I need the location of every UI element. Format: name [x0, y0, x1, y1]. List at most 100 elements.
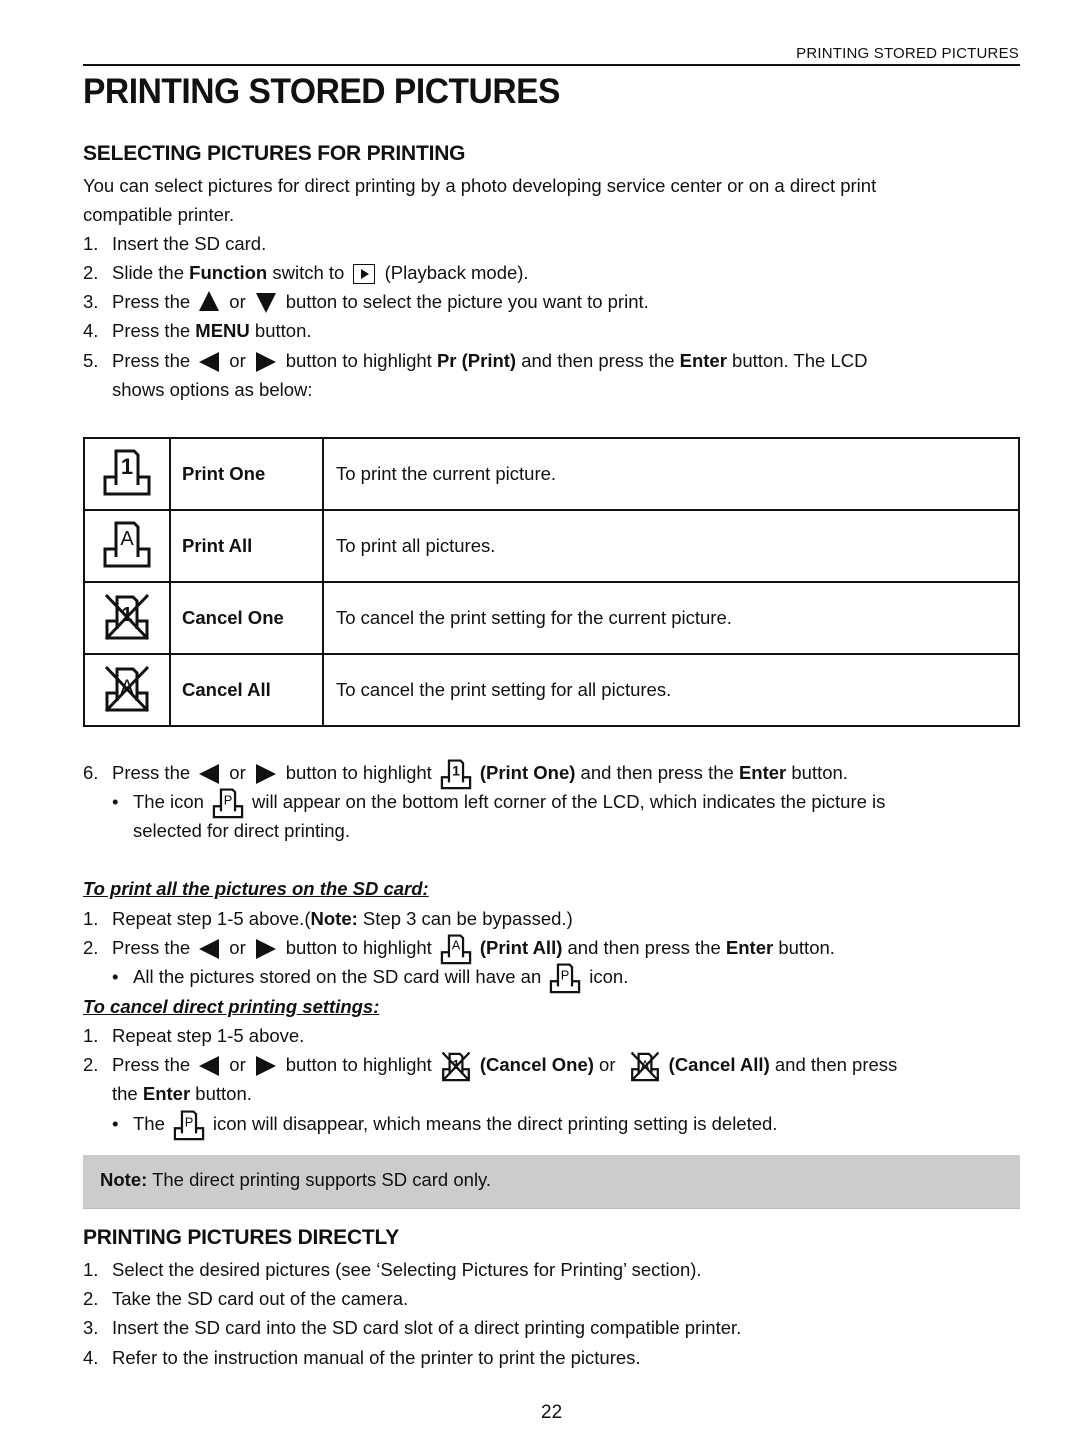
step-text: button.: [786, 762, 848, 783]
table-row: 1 Cancel One To cancel the print setting…: [83, 581, 1020, 655]
step-1: 1. Insert the SD card.: [83, 229, 266, 258]
header-rule: [83, 64, 1020, 66]
step-text: Select the desired pictures (see ‘Select…: [112, 1259, 702, 1280]
step-text: and then press the: [575, 762, 739, 783]
direct-step-3: 3. Insert the SD card into the SD card sl…: [83, 1313, 741, 1342]
step-number: 2.: [83, 1288, 99, 1309]
left-arrow-icon: [199, 764, 220, 785]
step-5-cont: shows options as below:: [112, 379, 313, 400]
step-number: 4.: [83, 320, 99, 341]
svg-text:P: P: [185, 1114, 194, 1129]
right-arrow-icon: [255, 939, 276, 960]
cancel-step-1: 1. Repeat step 1-5 above.: [83, 1021, 304, 1050]
step-2: 2. Slide the Function switch to (Playback…: [83, 258, 529, 287]
bullet-text: The: [133, 1113, 165, 1134]
step-text: Insert the SD card.: [112, 233, 267, 254]
svg-text:A: A: [452, 938, 461, 953]
step-text: button to highlight: [285, 762, 432, 783]
print-mark-icon: P: [173, 1110, 205, 1141]
step-3: 3. Press the or button to select the pictu…: [83, 287, 649, 316]
or-text: or: [229, 937, 246, 958]
icon-glyph: A: [120, 528, 134, 550]
enter-label: Enter: [679, 350, 727, 371]
step-text: button to highlight: [285, 937, 432, 958]
step-number: 6.: [83, 762, 99, 783]
step-6-bullet: • The icon Pwill appear on the bottom left…: [112, 787, 885, 819]
icon-cell: A: [83, 653, 171, 727]
print-all-bullet: • All the pictures stored on the SD card …: [112, 962, 628, 994]
enter-label: Enter: [725, 937, 774, 958]
step-text: Press the: [112, 937, 196, 958]
print-mark-icon: P: [212, 788, 244, 819]
step-text: Repeat step 1-5 above.(: [112, 908, 311, 929]
cancel-one-icon: 1: [441, 1051, 471, 1082]
step-number: 2.: [83, 262, 99, 283]
up-arrow-icon: [199, 291, 220, 312]
step-text: button to highlight: [285, 1054, 432, 1075]
bullet-icon: •: [112, 966, 119, 987]
menu-label: MENU: [195, 320, 250, 341]
page-number: 22: [541, 1402, 563, 1423]
bullet-text: icon will disappear, which means the dir…: [212, 1113, 778, 1134]
cancel-bullet: • The Picon will disappear, which means th…: [112, 1109, 777, 1141]
step-number: 2.: [83, 1054, 99, 1075]
note-label: Note:: [310, 908, 358, 929]
print-mark-icon: P: [550, 963, 581, 994]
section-title-selecting: SELECTING PICTURES FOR PRINTING: [83, 142, 466, 165]
section-title-directly: PRINTING PICTURES DIRECTLY: [83, 1226, 400, 1249]
left-arrow-icon: [199, 352, 220, 373]
note-text: Note: The direct printing supports SD ca…: [100, 1169, 491, 1191]
direct-step-4: 4. Refer to the instruction manual of the…: [83, 1343, 641, 1372]
step-6: 6. Press the or button to highlight 1 (Print…: [83, 758, 848, 790]
step-number: 1.: [83, 908, 99, 929]
cancel-all-icon: A: [630, 1051, 659, 1082]
right-arrow-icon: [255, 352, 276, 373]
print-one-label: (Print One): [479, 762, 576, 783]
bullet-text: The icon: [133, 791, 204, 812]
step-text: button.: [190, 1083, 252, 1104]
bullet-text: All the pictures stored on the SD card w…: [133, 966, 542, 987]
intro-text: You can select pictures for direct print…: [83, 175, 877, 196]
cancel-one-icon: 1: [104, 593, 150, 640]
left-arrow-icon: [199, 939, 220, 960]
left-arrow-icon: [199, 1056, 220, 1077]
icon-cell: 1: [83, 581, 171, 655]
step-text: button to select the picture you want to…: [285, 291, 649, 312]
step-number: 1.: [83, 233, 99, 254]
subhead-print-all: To print all the pictures on the SD card…: [83, 878, 429, 899]
option-description: To print the current picture.: [322, 437, 1020, 511]
svg-text:P: P: [561, 967, 570, 982]
step-text: Press the: [112, 350, 196, 371]
bullet-text: will appear on the bottom left corner of…: [251, 791, 886, 812]
enter-label: Enter: [738, 762, 787, 783]
option-description: To cancel the print setting for the curr…: [322, 581, 1020, 655]
table-row: 1 Print One To print the current picture…: [83, 437, 1020, 511]
step-text: Repeat step 1-5 above.: [112, 1025, 305, 1046]
bullet-text: icon.: [589, 966, 629, 987]
or-text: or: [229, 291, 246, 312]
cancel-all-label: (Cancel All): [668, 1054, 770, 1075]
print-all-label: (Print All): [479, 937, 563, 958]
down-arrow-icon: [255, 293, 276, 314]
intro-text-cont: compatible printer.: [83, 204, 235, 225]
print-one-icon: 1: [440, 759, 472, 790]
step-text: Insert the SD card into the SD card slot…: [112, 1317, 742, 1338]
cancel-step-2: 2. Press the or button to highlight 1 (Cance…: [83, 1050, 897, 1082]
step-text: and then press the: [516, 350, 680, 371]
print-all-step-2: 2. Press the or button to highlight A (Print…: [83, 933, 835, 965]
step-text: button. The LCD: [726, 350, 868, 371]
table-row: A Print All To print all pictures.: [83, 509, 1020, 583]
option-name: Cancel All: [169, 653, 324, 727]
step-text: and then press the: [562, 937, 726, 958]
print-all-icon: A: [103, 521, 151, 567]
step-text: (Playback mode).: [379, 262, 529, 283]
cancel-one-label: (Cancel One): [479, 1054, 594, 1075]
step-6-bullet-cont: selected for direct printing.: [133, 820, 350, 841]
step-4: 4. Press the MENU button.: [83, 316, 312, 345]
step-number: 1.: [83, 1025, 99, 1046]
note-box: Note: The direct printing supports SD ca…: [83, 1155, 1020, 1209]
option-name: Cancel One: [169, 581, 324, 655]
bullet-icon: •: [112, 1113, 119, 1134]
cancel-step-2-cont: the Enter button.: [83, 1079, 252, 1108]
playback-icon: [353, 264, 376, 285]
